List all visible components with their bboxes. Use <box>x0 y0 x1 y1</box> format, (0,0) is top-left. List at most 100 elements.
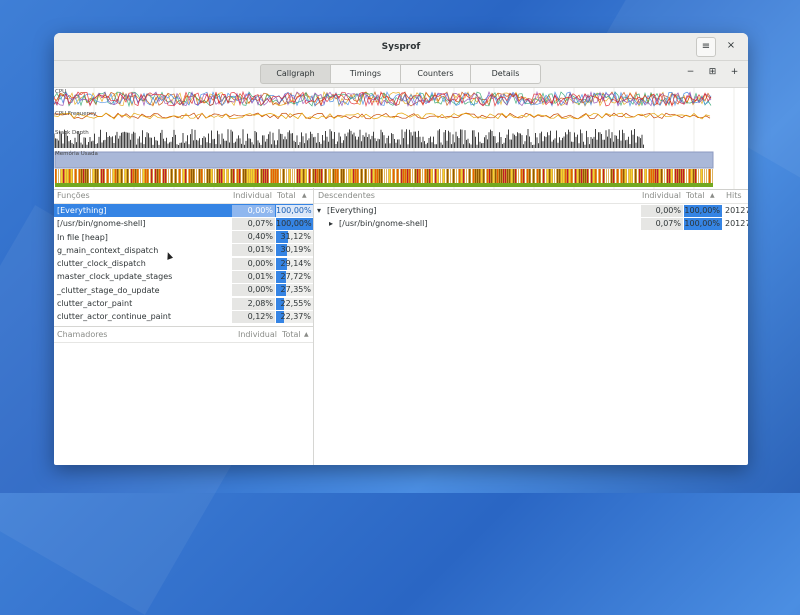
mark-tick <box>675 169 677 183</box>
collapsed-chevron-icon[interactable]: ▸ <box>329 217 333 230</box>
mark-tick <box>357 169 359 183</box>
function-row[interactable]: clutter_actor_continue_paint 0,12% 22,37% <box>54 310 313 323</box>
mark-tick <box>483 169 485 183</box>
marks-green-strip <box>55 183 713 187</box>
descendants-column-hits[interactable]: Hits <box>726 188 742 203</box>
descendants-column-individual[interactable]: Individual <box>642 188 681 203</box>
timeline-tracks[interactable]: CPU CPU Frequency Stack Depth Memória Us… <box>54 88 748 190</box>
function-row[interactable]: In file [heap] 0,40% 31,12% <box>54 231 313 244</box>
mark-tick <box>395 169 397 183</box>
function-row[interactable]: g_main_context_dispatch 0,01% 30,19% <box>54 244 313 257</box>
individual-value: 0,12% <box>232 310 275 323</box>
function-row[interactable]: clutter_actor_paint 2,08% 22,55% <box>54 297 313 310</box>
mark-tick <box>303 169 305 183</box>
function-name: master_clock_update_stages <box>57 272 173 282</box>
tab-timings[interactable]: Timings <box>330 64 401 84</box>
mark-tick <box>387 169 389 183</box>
mark-tick <box>107 169 109 183</box>
mark-tick <box>301 169 303 183</box>
mark-tick <box>475 169 477 183</box>
total-value: 27,35% <box>276 284 313 297</box>
mark-tick <box>75 169 77 183</box>
mark-tick <box>525 169 527 183</box>
mark-tick <box>581 169 583 183</box>
expanded-chevron-icon[interactable]: ▾ <box>317 204 321 217</box>
mark-tick <box>421 169 423 183</box>
descendants-column-total[interactable]: Total <box>686 188 705 203</box>
mark-tick <box>655 169 657 183</box>
mark-tick <box>355 169 357 183</box>
zoom-out-icon[interactable]: − <box>685 67 696 78</box>
mark-tick <box>71 169 73 183</box>
mark-tick <box>575 169 577 183</box>
function-name: _clutter_stage_do_update <box>57 285 160 295</box>
mark-tick <box>265 169 267 183</box>
mark-tick <box>337 169 339 183</box>
mark-tick <box>681 169 683 183</box>
mark-tick <box>587 169 589 183</box>
mark-tick <box>345 169 347 183</box>
functions-column-total[interactable]: Total <box>277 188 296 203</box>
mark-tick <box>541 169 543 183</box>
descendants-column-name[interactable]: Descendentes <box>318 188 375 203</box>
view-toolbar: Callgraph Timings Counters Details − ⊞ + <box>54 61 748 88</box>
tab-details[interactable]: Details <box>470 64 541 84</box>
callers-column-name[interactable]: Chamadores <box>57 327 107 342</box>
individual-value: 0,01% <box>232 244 275 257</box>
close-icon[interactable]: × <box>723 37 739 55</box>
tab-counters[interactable]: Counters <box>400 64 471 84</box>
mark-tick <box>59 169 61 183</box>
zoom-in-icon[interactable]: + <box>729 67 740 78</box>
function-name: clutter_actor_continue_paint <box>57 312 171 322</box>
functions-column-name[interactable]: Funções <box>57 188 90 203</box>
mark-tick <box>683 169 685 183</box>
function-row[interactable]: clutter_clock_dispatch 0,00% 29,14% <box>54 257 313 270</box>
mark-tick <box>565 169 567 183</box>
mark-tick <box>197 169 199 183</box>
descendants-tree: ▾ [Everything] 0,00% 100,00% 20127 ▸ [/usr/bin… <box>314 204 748 231</box>
mark-tick <box>171 169 173 183</box>
mark-tick <box>431 169 433 183</box>
function-row[interactable]: [Everything] 0,00% 100,00% <box>54 204 313 218</box>
window-title: Sysprof <box>381 42 421 52</box>
mark-tick <box>245 169 247 183</box>
mark-tick <box>349 169 351 183</box>
descendant-row[interactable]: ▾ [Everything] 0,00% 100,00% 20127 <box>314 204 748 217</box>
mark-tick <box>175 169 177 183</box>
mark-tick <box>639 169 641 183</box>
mark-tick <box>91 169 93 183</box>
mark-tick <box>97 169 99 183</box>
mark-tick <box>557 169 559 183</box>
mark-tick <box>455 169 457 183</box>
mark-tick <box>137 169 139 183</box>
mark-tick <box>109 169 111 183</box>
mark-tick <box>429 169 431 183</box>
mark-tick <box>411 169 413 183</box>
function-row[interactable]: master_clock_update_stages 0,01% 27,72% <box>54 270 313 284</box>
mark-tick <box>439 169 441 183</box>
function-row[interactable]: _clutter_stage_do_update 0,00% 27,35% <box>54 284 313 297</box>
callers-column-total[interactable]: Total <box>282 327 301 342</box>
mark-tick <box>195 169 197 183</box>
mark-tick <box>309 169 311 183</box>
mark-tick <box>143 169 145 183</box>
tab-callgraph[interactable]: Callgraph <box>260 64 331 84</box>
mark-tick <box>289 169 291 183</box>
mark-tick <box>505 169 507 183</box>
functions-column-individual[interactable]: Individual <box>233 188 272 203</box>
view-tabs: Callgraph Timings Counters Details <box>260 64 541 84</box>
mark-tick <box>409 169 411 183</box>
function-row[interactable]: [/usr/bin/gnome-shell] 0,07% 100,00% <box>54 217 313 230</box>
mark-tick <box>383 169 385 183</box>
mark-tick <box>631 169 633 183</box>
mark-tick <box>695 169 697 183</box>
descendant-row[interactable]: ▸ [/usr/bin/gnome-shell] 0,07% 100,00% 20127 <box>314 217 748 230</box>
callers-column-individual[interactable]: Individual <box>238 327 277 342</box>
mark-tick <box>249 169 251 183</box>
zoom-fit-icon[interactable]: ⊞ <box>707 67 718 78</box>
mark-tick <box>365 169 367 183</box>
functions-list: [Everything] 0,00% 100,00% [/usr/bin/gnome-… <box>54 204 313 324</box>
mark-tick <box>663 169 665 183</box>
mark-tick <box>425 169 427 183</box>
hamburger-menu-icon[interactable]: ≡ <box>696 37 716 57</box>
